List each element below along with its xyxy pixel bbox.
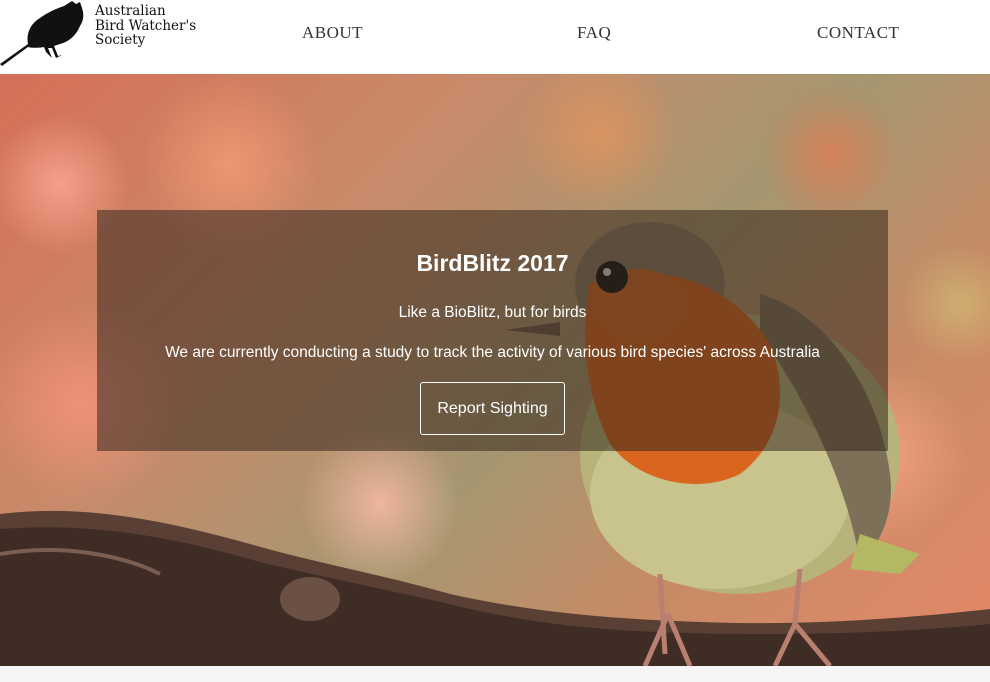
logo-line-3: Society — [95, 32, 146, 48]
bird-silhouette-icon — [0, 1, 84, 66]
hero-title: BirdBlitz 2017 — [416, 250, 569, 276]
hero-subtitle: Like a BioBlitz, but for birds — [398, 304, 587, 321]
nav-about-link[interactable]: ABOUT — [302, 23, 363, 43]
nav-faq-link[interactable]: FAQ — [577, 23, 611, 43]
site-logo[interactable]: Australian Bird Watcher's Society — [0, 0, 200, 70]
page-bottom-strip — [0, 666, 990, 682]
logo-text: Australian Bird Watcher's Society — [95, 4, 196, 48]
nav-contact-link[interactable]: CONTACT — [817, 23, 899, 43]
logo-line-2: Bird Watcher's — [95, 17, 197, 34]
hero-overlay: BirdBlitz 2017 Like a BioBlitz, but for … — [97, 210, 888, 451]
logo-line-1: Australian — [95, 3, 166, 19]
hero-description: We are currently conducting a study to t… — [165, 344, 820, 361]
site-header: Australian Bird Watcher's Society ABOUT … — [0, 0, 990, 74]
report-sighting-button[interactable]: Report Sighting — [420, 382, 565, 435]
hero-banner: BirdBlitz 2017 Like a BioBlitz, but for … — [0, 74, 990, 666]
